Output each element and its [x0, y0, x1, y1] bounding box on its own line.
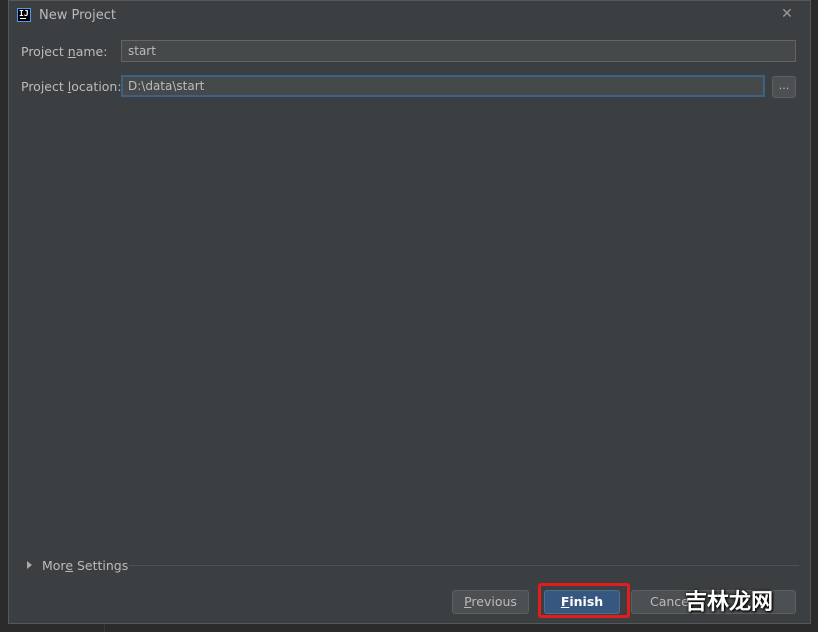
- project-name-input[interactable]: [121, 40, 796, 62]
- previous-button[interactable]: Previous: [452, 590, 529, 614]
- cancel-button[interactable]: Cance: [631, 590, 796, 614]
- intellij-app-icon: IJ: [17, 8, 31, 22]
- background-ide-bottom: [0, 624, 818, 632]
- title-bar: IJ New Project ✕: [9, 1, 810, 31]
- expand-triangle-icon: [27, 561, 32, 569]
- dialog-title: New Project: [39, 8, 116, 23]
- close-icon[interactable]: ✕: [779, 6, 795, 22]
- project-name-label: Project name:: [21, 44, 108, 59]
- background-ide-edge: [0, 0, 8, 632]
- more-settings-separator: [129, 565, 799, 566]
- project-location-input[interactable]: [121, 75, 765, 97]
- browse-location-button[interactable]: ...: [772, 76, 796, 98]
- app-icon-underscore: [20, 18, 26, 19]
- new-project-dialog: IJ New Project ✕ Project name: Project l…: [8, 0, 811, 624]
- more-settings-label: More Settings: [42, 558, 129, 573]
- project-location-label: Project location:: [21, 79, 122, 94]
- app-icon-text: IJ: [19, 9, 29, 18]
- background-divider: [104, 624, 105, 632]
- finish-button[interactable]: Finish: [544, 590, 620, 614]
